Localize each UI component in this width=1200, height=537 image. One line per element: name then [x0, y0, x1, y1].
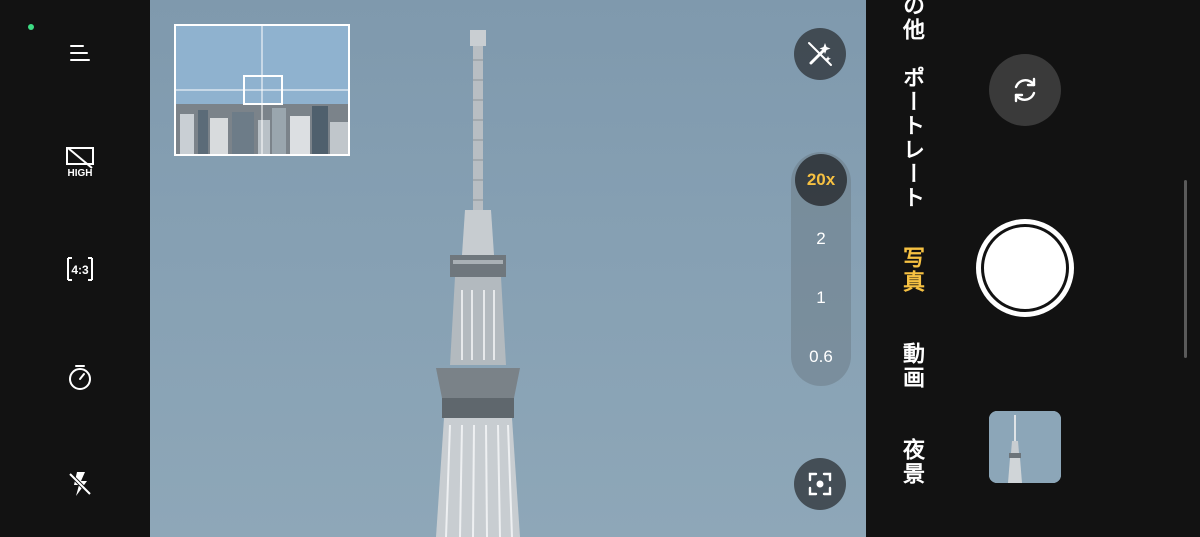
zoom-level-2x[interactable]: 2 — [795, 213, 847, 265]
scan-focus-icon — [808, 472, 832, 496]
mode-photo[interactable]: 写真 — [896, 246, 928, 294]
menu-button[interactable] — [56, 29, 104, 77]
scan-focus-button[interactable] — [794, 458, 846, 510]
mode-more[interactable]: その他 — [896, 0, 928, 42]
menu-icon — [70, 45, 90, 61]
viewfinder[interactable]: 20x 2 1 0.6 — [150, 0, 866, 537]
shutter-button[interactable] — [976, 219, 1074, 317]
zoom-level-1x[interactable]: 1 — [795, 272, 847, 324]
flash-off-icon — [68, 472, 92, 496]
timer-button[interactable] — [56, 353, 104, 401]
hdr-off-icon: HIGH — [66, 147, 94, 179]
gallery-thumbnail[interactable] — [989, 411, 1061, 483]
aspect-ratio-button[interactable]: 4:3 — [56, 245, 104, 293]
ai-scene-button[interactable] — [794, 28, 846, 80]
flash-toggle-button[interactable] — [56, 460, 104, 508]
camera-active-indicator — [28, 24, 34, 30]
mode-portrait[interactable]: ポートレート — [896, 66, 928, 210]
gallery-thumbnail-image — [989, 411, 1061, 483]
aspect-ratio-icon: 4:3 — [67, 257, 93, 281]
hdr-label: HIGH — [68, 168, 93, 179]
zoom-selector: 20x 2 1 0.6 — [791, 152, 851, 386]
scrollbar[interactable] — [1184, 180, 1187, 358]
zoom-level-0-6x[interactable]: 0.6 — [795, 331, 847, 383]
aspect-ratio-label: 4:3 — [71, 263, 89, 277]
mode-night[interactable]: 夜景 — [896, 438, 928, 486]
control-panel: その他 ポートレート 写真 動画 夜景 — [866, 0, 1200, 537]
switch-camera-icon — [1014, 77, 1036, 103]
zoom-level-20x[interactable]: 20x — [795, 154, 847, 206]
timer-icon — [69, 365, 91, 390]
hdr-toggle-button[interactable]: HIGH — [56, 137, 104, 185]
shutter-inner-ring — [981, 224, 1069, 312]
magic-wand-icon — [808, 42, 832, 66]
zoom-minimap — [174, 24, 350, 156]
settings-rail: HIGH 4:3 — [0, 0, 150, 537]
mode-video[interactable]: 動画 — [896, 342, 928, 390]
minimap-scene — [176, 26, 348, 154]
camera-app: HIGH 4:3 20x 2 1 0.6 その他 ポートレート 写真 動画 夜景 — [0, 0, 1200, 537]
switch-camera-button[interactable] — [989, 54, 1061, 126]
